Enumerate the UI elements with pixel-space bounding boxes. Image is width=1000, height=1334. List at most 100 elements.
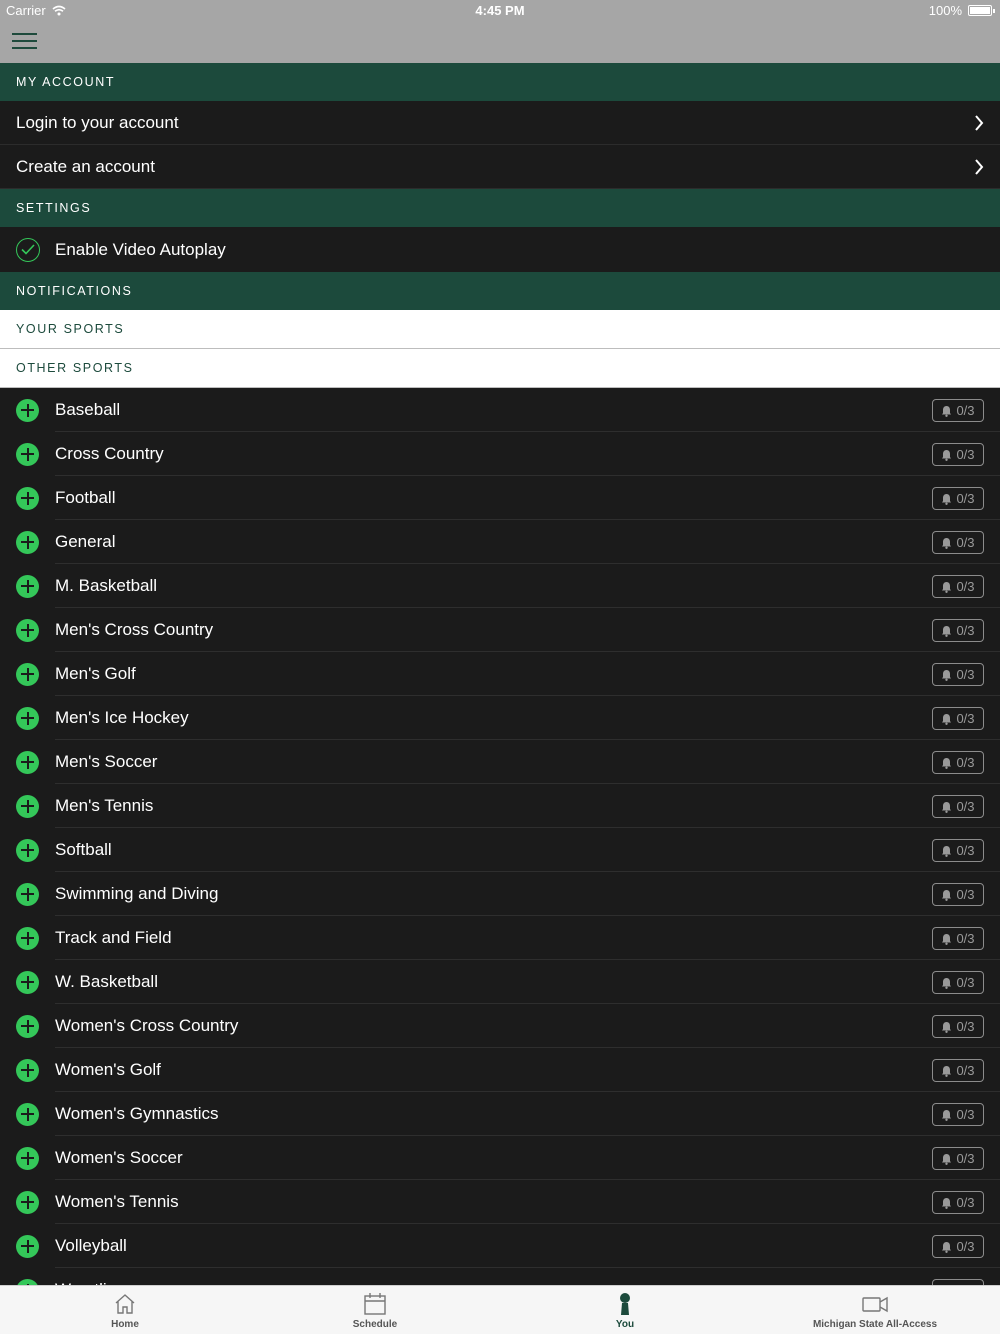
add-sport-icon[interactable] bbox=[16, 574, 39, 598]
bell-icon bbox=[942, 581, 952, 593]
add-sport-icon[interactable] bbox=[16, 662, 39, 686]
notification-count: 0/3 bbox=[956, 1151, 975, 1166]
sport-row[interactable]: Volleyball 0/3 bbox=[0, 1224, 1000, 1268]
notification-count-badge[interactable]: 0/3 bbox=[932, 399, 984, 422]
sport-name: Women's Golf bbox=[55, 1060, 161, 1079]
sport-row[interactable]: General 0/3 bbox=[0, 520, 1000, 564]
add-sport-icon[interactable] bbox=[16, 1234, 39, 1258]
sport-name: Women's Soccer bbox=[55, 1148, 183, 1167]
sport-row[interactable]: Wrestling0/3 bbox=[0, 1268, 1000, 1285]
add-sport-icon[interactable] bbox=[16, 1102, 39, 1126]
sport-row[interactable]: Women's Soccer 0/3 bbox=[0, 1136, 1000, 1180]
bell-icon bbox=[942, 669, 952, 681]
bell-icon bbox=[942, 1197, 952, 1209]
notification-count-badge[interactable]: 0/3 bbox=[932, 531, 984, 554]
sport-name: General bbox=[55, 532, 116, 551]
sport-row[interactable]: Football 0/3 bbox=[0, 476, 1000, 520]
add-sport-icon[interactable] bbox=[16, 706, 39, 730]
bell-icon bbox=[942, 1153, 952, 1165]
sport-row[interactable]: M. Basketball 0/3 bbox=[0, 564, 1000, 608]
tab-all-access[interactable]: Michigan State All-Access bbox=[750, 1286, 1000, 1334]
bell-icon bbox=[942, 1109, 952, 1121]
video-autoplay-toggle[interactable]: Enable Video Autoplay bbox=[0, 227, 1000, 272]
bell-icon bbox=[942, 1021, 952, 1033]
add-sport-icon[interactable] bbox=[16, 1014, 39, 1038]
add-sport-icon[interactable] bbox=[16, 398, 39, 422]
sport-row[interactable]: Baseball 0/3 bbox=[0, 388, 1000, 432]
sport-row[interactable]: Women's Cross Country 0/3 bbox=[0, 1004, 1000, 1048]
sport-row[interactable]: Cross Country 0/3 bbox=[0, 432, 1000, 476]
notification-count-badge[interactable]: 0/3 bbox=[932, 839, 984, 862]
sport-name: Softball bbox=[55, 840, 112, 859]
create-account-row[interactable]: Create an account bbox=[0, 145, 1000, 189]
battery-indicator: 100% bbox=[929, 3, 995, 18]
bell-icon bbox=[942, 449, 952, 461]
sport-row[interactable]: Women's Tennis 0/3 bbox=[0, 1180, 1000, 1224]
sport-row[interactable]: Men's Cross Country 0/3 bbox=[0, 608, 1000, 652]
add-sport-icon[interactable] bbox=[16, 970, 39, 994]
add-sport-icon[interactable] bbox=[16, 486, 39, 510]
notification-count-badge[interactable]: 0/3 bbox=[932, 971, 984, 994]
bell-icon bbox=[942, 537, 952, 549]
add-sport-icon[interactable] bbox=[16, 794, 39, 818]
notification-count-badge[interactable]: 0/3 bbox=[932, 1235, 984, 1258]
sport-row[interactable]: Men's Golf 0/3 bbox=[0, 652, 1000, 696]
checkmark-icon[interactable] bbox=[16, 237, 40, 262]
sport-name: Swimming and Diving bbox=[55, 884, 219, 903]
sport-row[interactable]: Softball 0/3 bbox=[0, 828, 1000, 872]
add-sport-icon[interactable] bbox=[16, 750, 39, 774]
add-sport-icon[interactable] bbox=[16, 442, 39, 466]
login-row[interactable]: Login to your account bbox=[0, 101, 1000, 145]
add-sport-icon[interactable] bbox=[16, 926, 39, 950]
sport-name: Track and Field bbox=[55, 928, 172, 947]
add-sport-icon[interactable] bbox=[16, 1058, 39, 1082]
notification-count-badge[interactable]: 0/3 bbox=[932, 575, 984, 598]
sport-row[interactable]: W. Basketball 0/3 bbox=[0, 960, 1000, 1004]
notification-count-badge[interactable]: 0/3 bbox=[932, 795, 984, 818]
notification-count: 0/3 bbox=[956, 623, 975, 638]
sport-row[interactable]: Women's Golf 0/3 bbox=[0, 1048, 1000, 1092]
sport-name: W. Basketball bbox=[55, 972, 158, 991]
create-account-label: Create an account bbox=[16, 157, 155, 176]
notification-count-badge[interactable]: 0/3 bbox=[932, 1015, 984, 1038]
sport-row[interactable]: Men's Soccer 0/3 bbox=[0, 740, 1000, 784]
notification-count-badge[interactable]: 0/3 bbox=[932, 1147, 984, 1170]
home-icon bbox=[115, 1294, 135, 1314]
sport-name: Football bbox=[55, 488, 116, 507]
sport-row[interactable]: Men's Ice Hockey 0/3 bbox=[0, 696, 1000, 740]
settings-list[interactable]: MY ACCOUNT Login to your account Create … bbox=[0, 63, 1000, 1285]
calendar-icon bbox=[364, 1293, 386, 1315]
tab-you[interactable]: You bbox=[500, 1286, 750, 1334]
tab-schedule[interactable]: Schedule bbox=[250, 1286, 500, 1334]
sport-name: Men's Tennis bbox=[55, 796, 154, 815]
other-sports-list: Baseball 0/3 Cross Country 0/3 Football 0/3 Ge… bbox=[0, 388, 1000, 1285]
notification-count-badge[interactable]: 0/3 bbox=[932, 707, 984, 730]
add-sport-icon[interactable] bbox=[16, 1146, 39, 1170]
add-sport-icon[interactable] bbox=[16, 1190, 39, 1214]
sport-name: Men's Cross Country bbox=[55, 620, 214, 639]
add-sport-icon[interactable] bbox=[16, 530, 39, 554]
add-sport-icon[interactable] bbox=[16, 882, 39, 906]
notification-count-badge[interactable]: 0/3 bbox=[932, 663, 984, 686]
add-sport-icon[interactable] bbox=[16, 618, 39, 642]
notification-count-badge[interactable]: 0/3 bbox=[932, 487, 984, 510]
notification-count-badge[interactable]: 0/3 bbox=[932, 619, 984, 642]
sport-row[interactable]: Swimming and Diving 0/3 bbox=[0, 872, 1000, 916]
bell-icon bbox=[942, 933, 952, 945]
tab-home[interactable]: Home bbox=[0, 1286, 250, 1334]
notification-count-badge[interactable]: 0/3 bbox=[932, 1103, 984, 1126]
notification-count-badge[interactable]: 0/3 bbox=[932, 1059, 984, 1082]
notification-count-badge[interactable]: 0/3 bbox=[932, 751, 984, 774]
sport-row[interactable]: Men's Tennis 0/3 bbox=[0, 784, 1000, 828]
chevron-right-icon bbox=[975, 115, 984, 131]
sport-row[interactable]: Track and Field 0/3 bbox=[0, 916, 1000, 960]
notification-count-badge[interactable]: 0/3 bbox=[932, 443, 984, 466]
menu-icon[interactable] bbox=[12, 33, 37, 50]
add-sport-icon[interactable] bbox=[16, 838, 39, 862]
battery-icon bbox=[968, 5, 995, 16]
notification-count-badge[interactable]: 0/3 bbox=[932, 1191, 984, 1214]
notification-count: 0/3 bbox=[956, 667, 975, 682]
notification-count-badge[interactable]: 0/3 bbox=[932, 927, 984, 950]
sport-row[interactable]: Women's Gymnastics 0/3 bbox=[0, 1092, 1000, 1136]
notification-count-badge[interactable]: 0/3 bbox=[932, 883, 984, 906]
